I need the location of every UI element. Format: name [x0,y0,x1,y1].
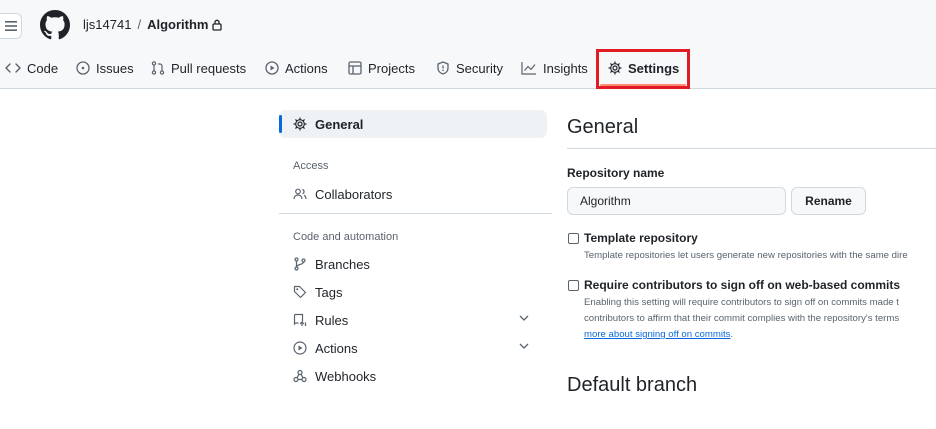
repo-name-label: Repository name [567,166,665,180]
shield-icon [437,61,449,75]
signoff-description-line-1: Enabling this setting will require contr… [584,297,899,308]
template-repo-description: Template repositories let users generate… [584,250,908,261]
repo-name-input[interactable] [567,187,786,215]
tab-code-label: Code [27,60,59,76]
sidebar-item-webhooks[interactable]: Webhooks [279,362,547,390]
breadcrumb: ljs14741 / Algorithm [83,16,223,34]
table-icon [348,61,362,75]
default-branch-heading: Default branch [567,374,698,396]
code-icon [5,63,21,73]
lock-icon [212,19,223,31]
signoff-link-suffix: . [730,329,734,340]
tab-actions[interactable]: Actions [265,53,328,83]
git-branch-icon [294,257,306,271]
sidebar-item-label: Actions [315,340,358,356]
sidebar-item-label: General [315,116,364,132]
signoff-label[interactable]: Require contributors to sign off on web-… [584,278,900,292]
issue-opened-icon [76,61,90,75]
menu-button[interactable] [0,13,22,39]
sidebar-divider [279,213,552,214]
signoff-learn-more-link[interactable]: more about signing off on commits [584,329,730,340]
signoff-checkbox[interactable] [568,280,579,291]
sidebar-heading-access: Access [293,160,329,172]
settings-highlight-box [596,49,690,89]
tab-issues[interactable]: Issues [76,53,134,83]
tab-insights[interactable]: Insights [521,53,588,83]
tab-projects[interactable]: Projects [348,53,415,83]
sidebar-item-label: Tags [315,284,343,300]
hamburger-icon [4,21,17,31]
tab-pull-requests[interactable]: Pull requests [151,53,246,83]
people-icon [293,188,307,200]
graph-icon [521,62,536,75]
repo-header: ljs14741 / Algorithm Code Issues Pull re… [0,0,936,89]
template-repo-checkbox[interactable] [568,233,579,244]
tab-pull-requests-label: Pull requests [171,60,247,76]
repo-owner-link[interactable]: ljs14741 [83,16,131,34]
tab-actions-label: Actions [285,60,328,76]
tab-insights-label: Insights [543,60,588,76]
repo-name-link[interactable]: Algorithm [147,16,208,34]
template-repo-label[interactable]: Template repository [584,231,698,245]
sidebar-heading-code-automation: Code and automation [293,231,399,243]
git-pull-request-icon [151,61,165,75]
sidebar-item-label: Collaborators [315,186,393,202]
sidebar-item-collaborators[interactable]: Collaborators [279,180,547,208]
sidebar-item-rules[interactable]: Rules [279,306,547,334]
chevron-down-icon[interactable] [519,315,529,321]
tab-projects-label: Projects [368,60,415,76]
tab-security[interactable]: Security [436,53,503,83]
tag-icon [293,285,307,299]
sidebar-item-label: Webhooks [315,368,377,384]
github-logo-icon[interactable] [40,10,70,40]
tab-issues-label: Issues [96,60,134,76]
sidebar-item-label: Rules [315,312,349,328]
webhook-icon [293,369,307,383]
sidebar-item-branches[interactable]: Branches [279,250,547,278]
sidebar-item-tags[interactable]: Tags [279,278,547,306]
page-title: General [567,116,639,138]
play-icon [293,341,307,355]
tab-security-label: Security [456,60,503,76]
gear-icon [293,117,307,131]
sidebar-item-general[interactable]: General [279,110,547,138]
play-icon [265,61,279,75]
signoff-description-line-3: more about signing off on commits. [584,327,733,343]
repo-push-icon [293,313,307,326]
rename-button[interactable]: Rename [791,187,866,215]
chevron-down-icon[interactable] [519,343,529,349]
signoff-description-line-2: contributors to affirm that their commit… [584,313,900,324]
sidebar-item-actions[interactable]: Actions [279,334,547,362]
title-divider [567,148,936,149]
breadcrumb-separator: / [137,17,142,32]
sidebar-item-label: Branches [315,256,370,272]
tab-code[interactable]: Code [5,53,58,83]
